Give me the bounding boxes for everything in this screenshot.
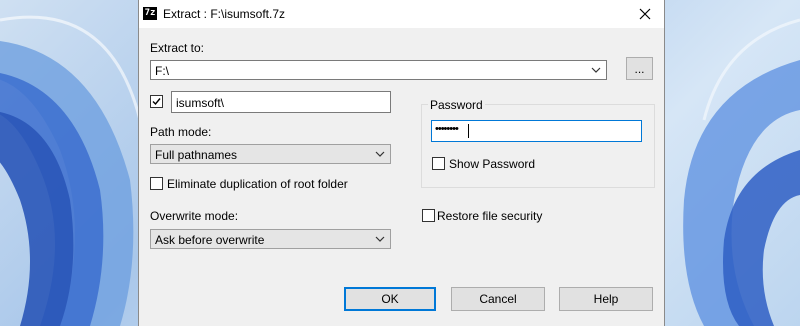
extract-dialog: 7z Extract : F:\isumsoft.7z Extract to: …	[138, 0, 665, 326]
subfolder-input[interactable]: isumsoft\	[171, 91, 391, 113]
overwrite-mode-label: Overwrite mode:	[150, 209, 239, 223]
eliminate-duplication-checkbox[interactable]	[150, 177, 163, 190]
browse-button-label: ...	[634, 61, 645, 76]
help-button-label: Help	[593, 292, 619, 306]
chevron-down-icon	[375, 236, 385, 242]
chevron-down-icon	[591, 67, 601, 73]
browse-button[interactable]: ...	[626, 57, 653, 80]
checkmark-icon	[152, 98, 161, 106]
wallpaper-swirl-left	[0, 15, 140, 326]
subfolder-checkbox[interactable]	[150, 95, 163, 108]
help-button[interactable]: Help	[559, 287, 653, 311]
close-icon	[639, 8, 651, 20]
app-icon: 7z	[143, 7, 157, 20]
password-input[interactable]: ••••••••	[431, 120, 642, 142]
close-button[interactable]	[626, 0, 664, 28]
restore-security-label: Restore file security	[437, 209, 543, 223]
show-password-label: Show Password	[449, 157, 536, 171]
chevron-down-icon	[375, 151, 385, 157]
password-masked-value: ••••••••	[435, 123, 459, 135]
password-groupbox	[421, 104, 655, 188]
overwrite-mode-select[interactable]: Ask before overwrite	[150, 229, 391, 249]
ok-button[interactable]: OK	[344, 287, 436, 311]
path-mode-select[interactable]: Full pathnames	[150, 144, 391, 164]
show-password-checkbox[interactable]	[432, 157, 445, 170]
title-bar: 7z Extract : F:\isumsoft.7z	[139, 0, 664, 28]
window-title: Extract : F:\isumsoft.7z	[163, 7, 286, 21]
path-mode-label: Path mode:	[150, 125, 212, 139]
password-group-label: Password	[428, 98, 485, 112]
path-mode-value: Full pathnames	[155, 148, 238, 162]
cancel-button[interactable]: Cancel	[451, 287, 545, 311]
ok-button-label: OK	[381, 292, 399, 306]
eliminate-duplication-label: Eliminate duplication of root folder	[167, 177, 348, 191]
wallpaper-swirl-right	[683, 18, 800, 326]
extract-to-combobox[interactable]: F:\	[150, 60, 607, 80]
restore-security-checkbox[interactable]	[422, 209, 435, 222]
extract-to-value: F:\	[155, 64, 169, 78]
cancel-button-label: Cancel	[479, 292, 517, 306]
subfolder-value: isumsoft\	[176, 96, 225, 110]
extract-to-label: Extract to:	[150, 41, 205, 55]
overwrite-mode-value: Ask before overwrite	[155, 233, 265, 247]
text-caret	[468, 124, 469, 138]
